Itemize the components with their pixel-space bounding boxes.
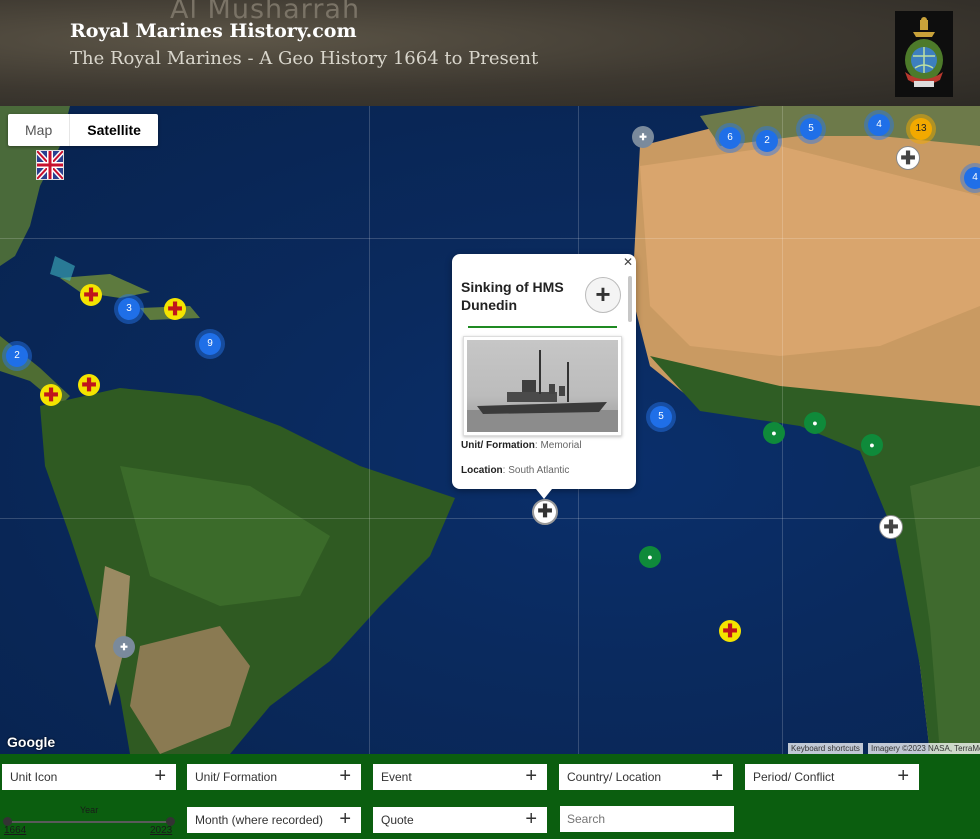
marker-cluster[interactable]: 4 (868, 114, 890, 136)
naval-station-marker-icon[interactable]: ● (763, 422, 785, 444)
plus-icon: + (339, 765, 351, 787)
naval-station-marker-icon[interactable]: ● (861, 434, 883, 456)
info-window: ✕ Sinking of HMS Dunedin + Unit/ Formati… (452, 254, 636, 499)
unit-marker-icon[interactable]: ✚ (632, 126, 654, 148)
unit-formation-filter[interactable]: Unit/ Formation + (187, 764, 361, 790)
quote-filter[interactable]: Quote + (373, 807, 547, 833)
year-slider-track[interactable] (7, 821, 171, 823)
marker-cluster[interactable]: 2 (6, 345, 28, 367)
marker-cluster[interactable]: 6 (719, 127, 741, 149)
search-input[interactable] (560, 806, 734, 832)
keyboard-shortcuts-link[interactable]: Keyboard shortcuts (788, 743, 863, 754)
plus-icon: + (154, 765, 166, 787)
site-header: Al Musharrah Royal Marines History.com T… (0, 0, 980, 106)
unit-marker-icon[interactable]: ✚ (113, 636, 135, 658)
plus-icon: + (711, 765, 723, 787)
unit-formation-field: Unit/ Formation: Memorial (461, 440, 582, 451)
year-max-value: 2023 (150, 825, 173, 836)
memorial-marker-icon[interactable]: ✚ (879, 515, 903, 539)
memorial-icon: + (585, 277, 621, 313)
marker-cluster[interactable]: 2 (756, 130, 778, 152)
close-icon[interactable]: ✕ (623, 255, 633, 269)
marker-cluster[interactable]: 4 (964, 167, 980, 189)
map-type-map-button[interactable]: Map (8, 114, 71, 146)
naval-station-marker-icon[interactable]: ● (804, 412, 826, 434)
year-min-value: 1664 (4, 825, 27, 836)
imagery-attribution: Imagery ©2023 NASA, TerraMe (868, 743, 980, 754)
selected-memorial-marker-icon[interactable]: ✚ (532, 499, 558, 525)
info-window-scrollbar[interactable] (628, 276, 632, 322)
location-field: Location: South Atlantic (461, 465, 570, 476)
royal-marines-crest-icon[interactable] (895, 11, 953, 97)
plus-icon: + (525, 808, 537, 830)
memorial-marker-icon[interactable]: ✚ (896, 146, 920, 170)
unit-icon-filter[interactable]: Unit Icon + (2, 764, 176, 790)
marker-cluster[interactable]: 13 (910, 118, 932, 140)
month-filter[interactable]: Month (where recorded) + (187, 807, 361, 833)
plus-icon: + (525, 765, 537, 787)
country-location-filter[interactable]: Country/ Location + (559, 764, 733, 790)
period-conflict-filter[interactable]: Period/ Conflict + (745, 764, 919, 790)
info-window-title: Sinking of HMS Dunedin (461, 279, 564, 313)
engagement-marker-icon[interactable]: ✚ (40, 384, 62, 406)
map-canvas[interactable]: Map Satellite 6 2 5 4 13 4 3 9 2 5 ✚ ✚ ✚… (0, 106, 980, 754)
map-type-satellite-button[interactable]: Satellite (70, 114, 158, 146)
plus-icon: + (339, 808, 351, 830)
plus-icon: + (897, 765, 909, 787)
site-subtitle: The Royal Marines - A Geo History 1664 t… (70, 48, 539, 69)
map-gridline (369, 106, 370, 754)
naval-station-marker-icon[interactable]: ● (639, 546, 661, 568)
event-filter[interactable]: Event + (373, 764, 547, 790)
year-slider-label: Year (80, 805, 99, 815)
engagement-marker-icon[interactable]: ✚ (719, 620, 741, 642)
engagement-marker-icon[interactable]: ✚ (164, 298, 186, 320)
marker-cluster[interactable]: 5 (650, 406, 672, 428)
engagement-marker-icon[interactable]: ✚ (78, 374, 100, 396)
marker-cluster[interactable]: 9 (199, 333, 221, 355)
map-gridline (0, 238, 980, 239)
divider (468, 326, 617, 328)
marker-cluster[interactable]: 5 (800, 118, 822, 140)
map-type-control: Map Satellite (8, 114, 158, 146)
union-flag-icon[interactable] (35, 149, 65, 181)
site-title[interactable]: Royal Marines History.com (70, 20, 357, 42)
google-logo[interactable]: Google (7, 734, 55, 750)
marker-cluster[interactable]: 3 (118, 298, 140, 320)
engagement-marker-icon[interactable]: ✚ (80, 284, 102, 306)
ship-photo[interactable] (463, 336, 622, 436)
map-gridline (0, 518, 980, 519)
